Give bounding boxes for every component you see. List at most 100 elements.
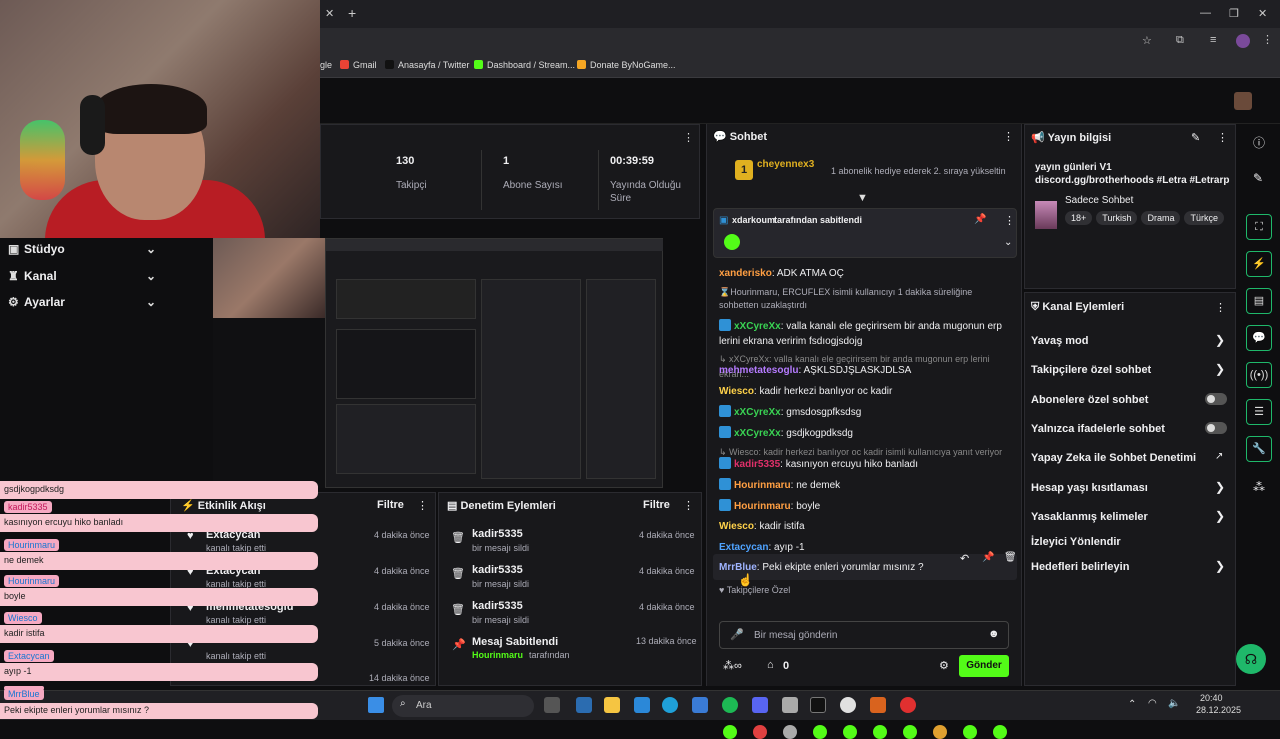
activity-filter-button[interactable]: Filtre — [377, 499, 404, 511]
minimize-icon[interactable]: — — [1200, 7, 1211, 19]
chevron-right-icon[interactable]: ❯ — [1215, 559, 1225, 573]
wifi-icon[interactable]: ◠ — [1148, 698, 1157, 709]
taskbar-search[interactable]: ⌕ Ara — [392, 695, 534, 717]
send-button[interactable]: Gönder — [959, 655, 1009, 677]
emote-icon[interactable] — [873, 725, 887, 739]
spotify-icon[interactable] — [722, 697, 738, 713]
external-link-icon[interactable]: ↗ — [1215, 451, 1223, 462]
app-icon[interactable] — [576, 697, 592, 713]
goals-item[interactable]: Hedefleri belirleyin — [1031, 561, 1129, 573]
taskview-icon[interactable] — [544, 697, 560, 713]
close-tab-icon[interactable]: ✕ — [325, 7, 334, 20]
emote-icon[interactable] — [933, 725, 947, 739]
users-icon[interactable]: ⁂ — [1253, 480, 1265, 494]
media-icon[interactable]: ≡ — [1210, 34, 1216, 46]
raid-item[interactable]: İzleyici Yönlendir — [1031, 536, 1121, 548]
stats-menu-icon[interactable]: ⋮ — [683, 131, 694, 144]
bookmark-dashboard[interactable]: Dashboard / Stream... — [474, 60, 575, 70]
sidebar-item-settings[interactable]: ⚙ Ayarlar ⌄ — [8, 295, 156, 309]
app-icon[interactable] — [782, 697, 798, 713]
gear-icon[interactable]: ⚙ — [939, 659, 949, 672]
emote-icon[interactable] — [843, 725, 857, 739]
sidebar-item-studio[interactable]: ▣ Stüdyo ⌄ — [8, 242, 156, 256]
activity-menu-icon[interactable]: ⋮ — [417, 499, 428, 512]
wrench-icon[interactable]: 🔧 — [1246, 436, 1272, 462]
new-tab-icon[interactable]: + — [348, 5, 356, 21]
emote-icon[interactable] — [963, 725, 977, 739]
moderation-menu-icon[interactable]: ⋮ — [683, 499, 694, 512]
subscribers-only-toggle[interactable] — [1205, 393, 1227, 405]
pin-icon[interactable]: 📌 — [982, 552, 994, 563]
maximize-icon[interactable]: ❐ — [1229, 7, 1239, 20]
emote-only-toggle[interactable] — [1205, 422, 1227, 434]
app-icon[interactable] — [692, 697, 708, 713]
edge-icon[interactable] — [662, 697, 678, 713]
scroll-down-icon[interactable]: ▼ — [857, 192, 868, 204]
chat-menu-icon[interactable]: ⋮ — [1003, 130, 1014, 143]
chevron-right-icon[interactable]: ❯ — [1215, 509, 1225, 523]
user-avatar[interactable] — [1234, 92, 1252, 110]
clock-date[interactable]: 28.12.2025 — [1196, 705, 1241, 715]
stream-info-menu-icon[interactable]: ⋮ — [1217, 131, 1228, 144]
subscribers-only-item[interactable]: Abonelere özel sohbet — [1031, 394, 1148, 406]
channel-actions-menu-icon[interactable]: ⋮ — [1215, 301, 1226, 314]
chrome-icon[interactable] — [840, 697, 856, 713]
tag[interactable]: Turkish — [1096, 211, 1138, 225]
chat-input[interactable]: 🎤 Bir mesaj gönderin ☻ — [719, 621, 1009, 649]
pin-icon[interactable]: 📌 — [974, 214, 986, 225]
store-icon[interactable] — [634, 697, 650, 713]
menu-icon[interactable]: ⋮ — [1262, 33, 1273, 46]
emote-icon[interactable] — [993, 725, 1007, 739]
discord-icon[interactable] — [752, 697, 768, 713]
ai-moderation-item[interactable]: Yapay Zeka ile Sohbet Denetimi — [1031, 452, 1196, 464]
chevron-right-icon[interactable]: ❯ — [1215, 333, 1225, 347]
profile-avatar[interactable] — [1236, 34, 1250, 48]
tag[interactable]: Türkçe — [1184, 211, 1224, 225]
lightning-icon[interactable]: ⚡ — [1246, 251, 1272, 277]
bookmark-twitter[interactable]: Anasayfa / Twitter — [385, 60, 469, 70]
tag[interactable]: 18+ — [1065, 211, 1093, 225]
volume-icon[interactable]: 🔈 — [1168, 698, 1180, 709]
emote-only-item[interactable]: Yalnızca ifadelerle sohbet — [1031, 423, 1165, 435]
emoji-icon[interactable]: ☻ — [988, 628, 1000, 640]
followers-only-item[interactable]: Takipçilere özel sohbet — [1031, 364, 1151, 376]
folder-icon[interactable] — [604, 697, 620, 713]
document-icon[interactable]: ▤ — [1246, 288, 1272, 314]
chevron-right-icon[interactable]: ❯ — [1215, 480, 1225, 494]
tray-chevron-icon[interactable]: ⌃ — [1128, 699, 1136, 710]
infinity-icon[interactable]: ⁂∞ — [723, 659, 742, 672]
emote-icon[interactable] — [813, 725, 827, 739]
banned-words-item[interactable]: Yasaklanmış kelimeler — [1031, 511, 1148, 523]
pencil-icon[interactable]: ✎ — [1253, 171, 1263, 185]
account-age-item[interactable]: Hesap yaşı kısıtlaması — [1031, 482, 1148, 494]
clock-time[interactable]: 20:40 — [1200, 693, 1223, 703]
info-icon[interactable]: ⓘ — [1253, 134, 1265, 151]
moderation-filter-button[interactable]: Filtre — [643, 499, 670, 511]
tag[interactable]: Drama — [1141, 211, 1181, 225]
emote-icon[interactable] — [903, 725, 917, 739]
pinned-menu-icon[interactable]: ⋮ — [1004, 214, 1015, 227]
reply-icon[interactable]: ↶ — [960, 552, 969, 565]
app-icon[interactable] — [870, 697, 886, 713]
support-icon[interactable]: ☊ — [1236, 644, 1266, 674]
window-close-icon[interactable]: ✕ — [1258, 7, 1267, 20]
bookmark-donate[interactable]: Donate ByNoGame... — [577, 60, 676, 70]
edit-icon[interactable]: ✎ — [1191, 131, 1200, 144]
capcut-icon[interactable] — [810, 697, 826, 713]
broadcast-icon[interactable]: ((•)) — [1246, 362, 1272, 388]
delete-icon[interactable]: 🗑 — [1004, 552, 1017, 563]
pinned-message[interactable]: ▣ xdarkoum tarafından sabitlendi 📌 ⋮ ⌄ — [713, 208, 1017, 258]
slow-mode-item[interactable]: Yavaş mod — [1031, 335, 1088, 347]
emote-icon[interactable] — [723, 725, 737, 739]
start-icon[interactable] — [368, 697, 384, 713]
layers-icon[interactable]: ☰ — [1246, 399, 1272, 425]
scan-icon[interactable]: ⛶ — [1246, 214, 1272, 240]
bookmark-gmail[interactable]: Gmail — [340, 60, 377, 70]
chat-icon[interactable]: 💬 — [1246, 325, 1272, 351]
app-icon[interactable] — [900, 697, 916, 713]
chevron-right-icon[interactable]: ❯ — [1215, 362, 1225, 376]
emote-icon[interactable] — [783, 725, 797, 739]
extensions-icon[interactable]: ⧉ — [1176, 34, 1184, 47]
gift-icon[interactable]: ⌂ — [767, 659, 774, 671]
emote-icon[interactable] — [753, 725, 767, 739]
